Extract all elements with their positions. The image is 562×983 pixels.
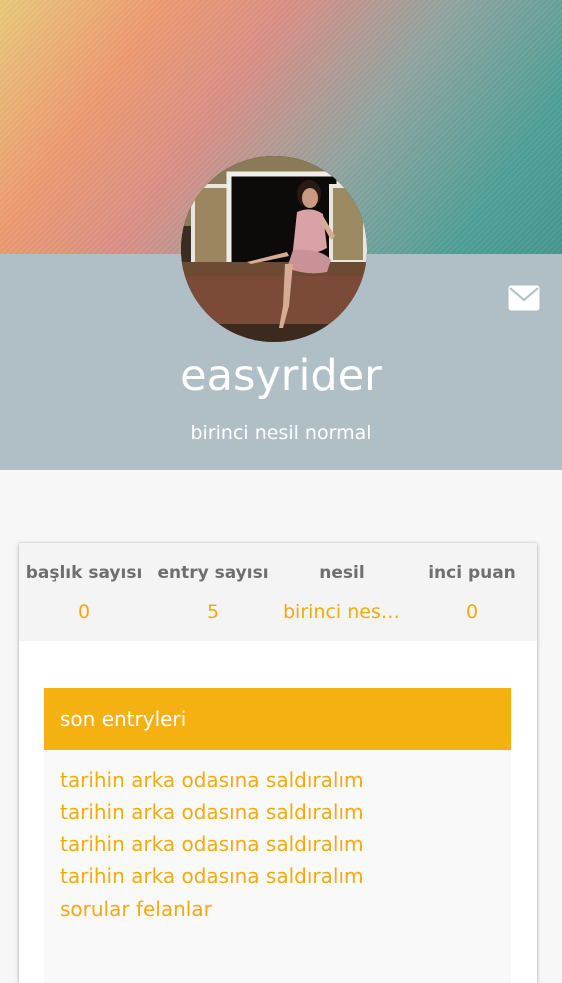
entry-link[interactable]: tarihin arka odasına saldıralım bbox=[60, 860, 363, 892]
profile-card: başlık sayısı 0 entry sayısı 5 nesil bir… bbox=[19, 543, 537, 983]
entry-link[interactable]: sorular felanlar bbox=[60, 893, 212, 925]
stat-value: 0 bbox=[465, 601, 479, 623]
stat-label: inci puan bbox=[428, 563, 516, 583]
stat-value: birinci nesil normal bbox=[283, 601, 407, 623]
generation-label: birinci nesil normal bbox=[190, 422, 372, 444]
stat-value: 0 bbox=[77, 601, 91, 623]
stat-generation[interactable]: nesil birinci nesil normal bbox=[277, 543, 407, 641]
stat-entry-count[interactable]: entry sayısı 5 bbox=[149, 543, 277, 641]
avatar[interactable] bbox=[181, 156, 367, 342]
stat-topic-count[interactable]: başlık sayısı 0 bbox=[19, 543, 149, 641]
recent-entries-list: tarihin arka odasına saldıralım tarihin … bbox=[44, 750, 511, 983]
envelope-icon[interactable] bbox=[508, 285, 540, 311]
recent-entries-title: son entryleri bbox=[60, 707, 187, 731]
stat-label: entry sayısı bbox=[157, 563, 269, 583]
stat-label: nesil bbox=[319, 563, 365, 583]
stat-value: 5 bbox=[206, 601, 220, 623]
entry-link[interactable]: tarihin arka odasına saldıralım bbox=[60, 764, 363, 796]
entry-link[interactable]: tarihin arka odasına saldıralım bbox=[60, 828, 363, 860]
stat-label: başlık sayısı bbox=[25, 563, 143, 583]
entry-link[interactable]: tarihin arka odasına saldıralım bbox=[60, 796, 363, 828]
username: easyrider bbox=[180, 351, 382, 401]
recent-entries-header[interactable]: son entryleri bbox=[44, 688, 511, 750]
person-photo-icon bbox=[181, 156, 367, 342]
stats-row: başlık sayısı 0 entry sayısı 5 nesil bir… bbox=[19, 543, 537, 641]
stat-pearl-points[interactable]: inci puan 0 bbox=[407, 543, 537, 641]
